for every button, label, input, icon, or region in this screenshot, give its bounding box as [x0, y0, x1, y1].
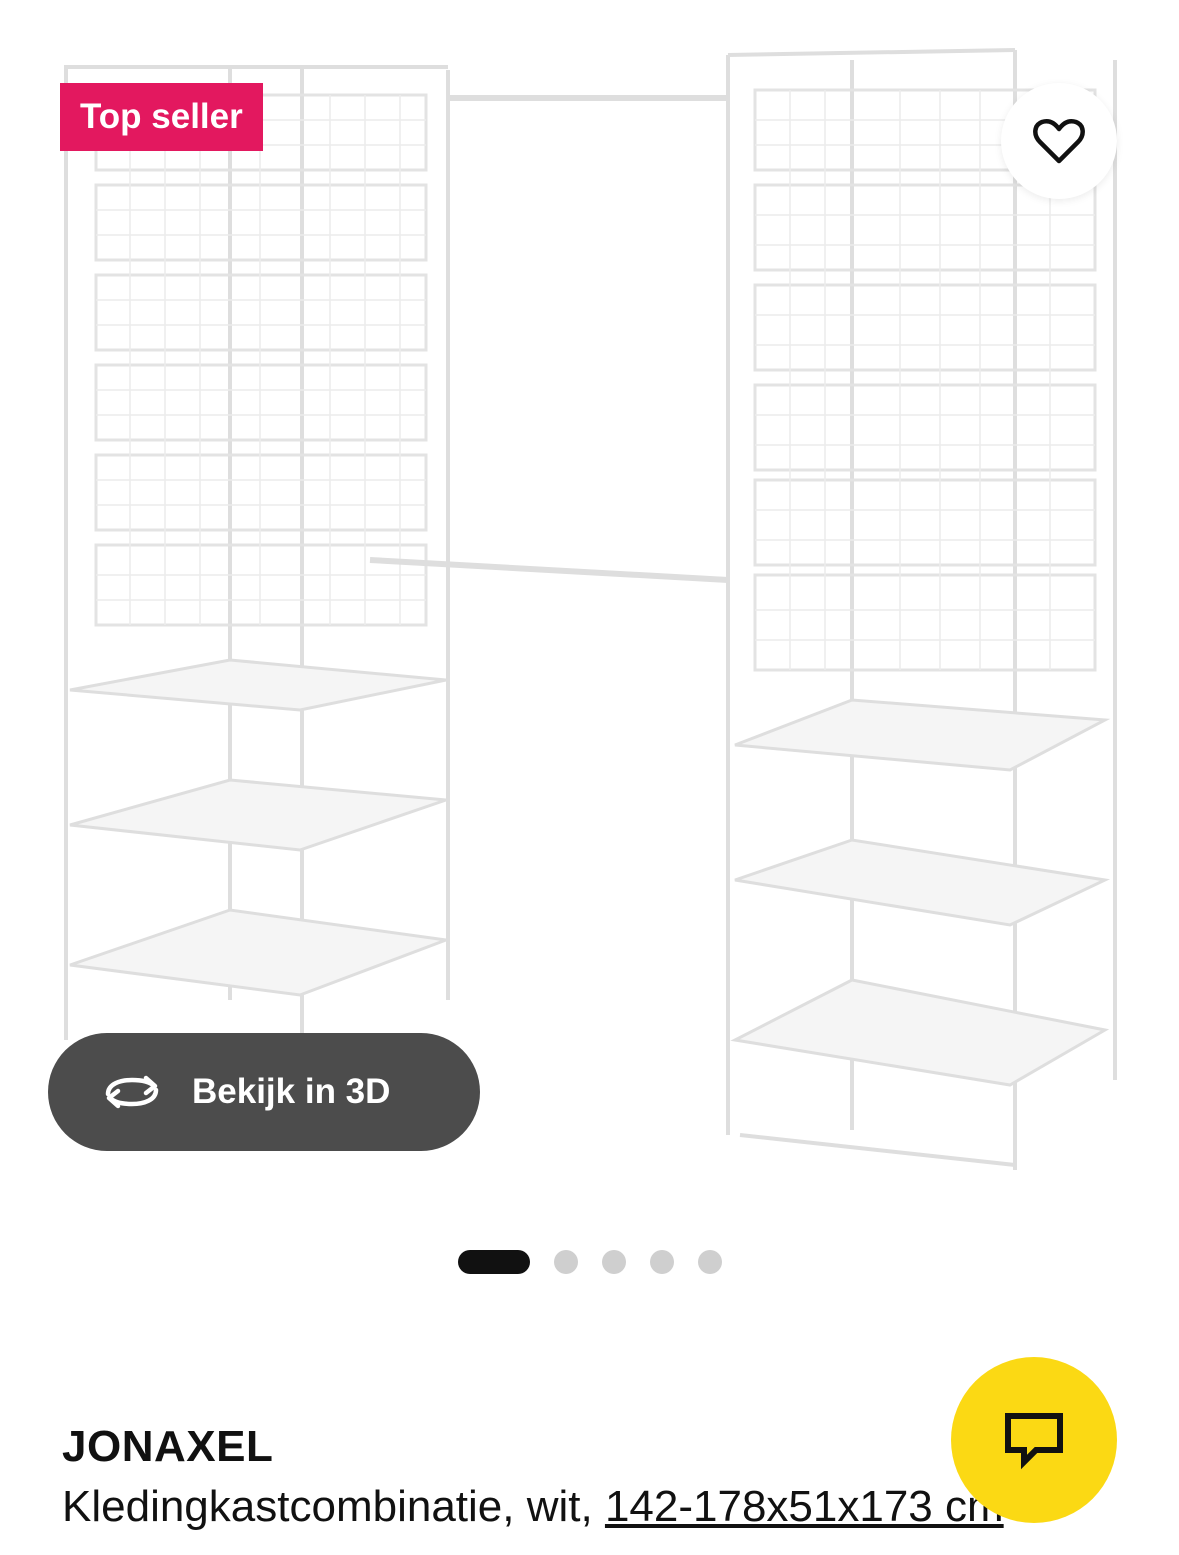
product-size-link[interactable]: 142-178x51x173 cm [605, 1482, 1004, 1531]
view-in-3d-button[interactable]: Bekijk in 3D [48, 1033, 480, 1151]
rotate-3d-icon [102, 1072, 162, 1112]
chat-bubble-icon [1002, 1410, 1066, 1470]
chat-button[interactable] [951, 1357, 1117, 1523]
carousel-dot-1[interactable] [458, 1250, 530, 1274]
product-description: Kledingkastcombinatie, wit, 142-178x51x1… [62, 1482, 1004, 1532]
carousel-dot-3[interactable] [602, 1250, 626, 1274]
carousel-indicator [0, 1248, 1179, 1276]
view-in-3d-label: Bekijk in 3D [192, 1072, 391, 1111]
product-gallery[interactable]: Top seller Bekijk in 3D [0, 0, 1179, 1210]
carousel-dot-4[interactable] [650, 1250, 674, 1274]
product-description-text: Kledingkastcombinatie, wit, [62, 1482, 605, 1531]
favorite-button[interactable] [1001, 83, 1117, 199]
top-seller-badge: Top seller [60, 83, 263, 151]
carousel-dot-2[interactable] [554, 1250, 578, 1274]
heart-icon [1032, 117, 1086, 165]
product-name: JONAXEL [62, 1422, 274, 1471]
carousel-dot-5[interactable] [698, 1250, 722, 1274]
product-image [64, 48, 1117, 1170]
